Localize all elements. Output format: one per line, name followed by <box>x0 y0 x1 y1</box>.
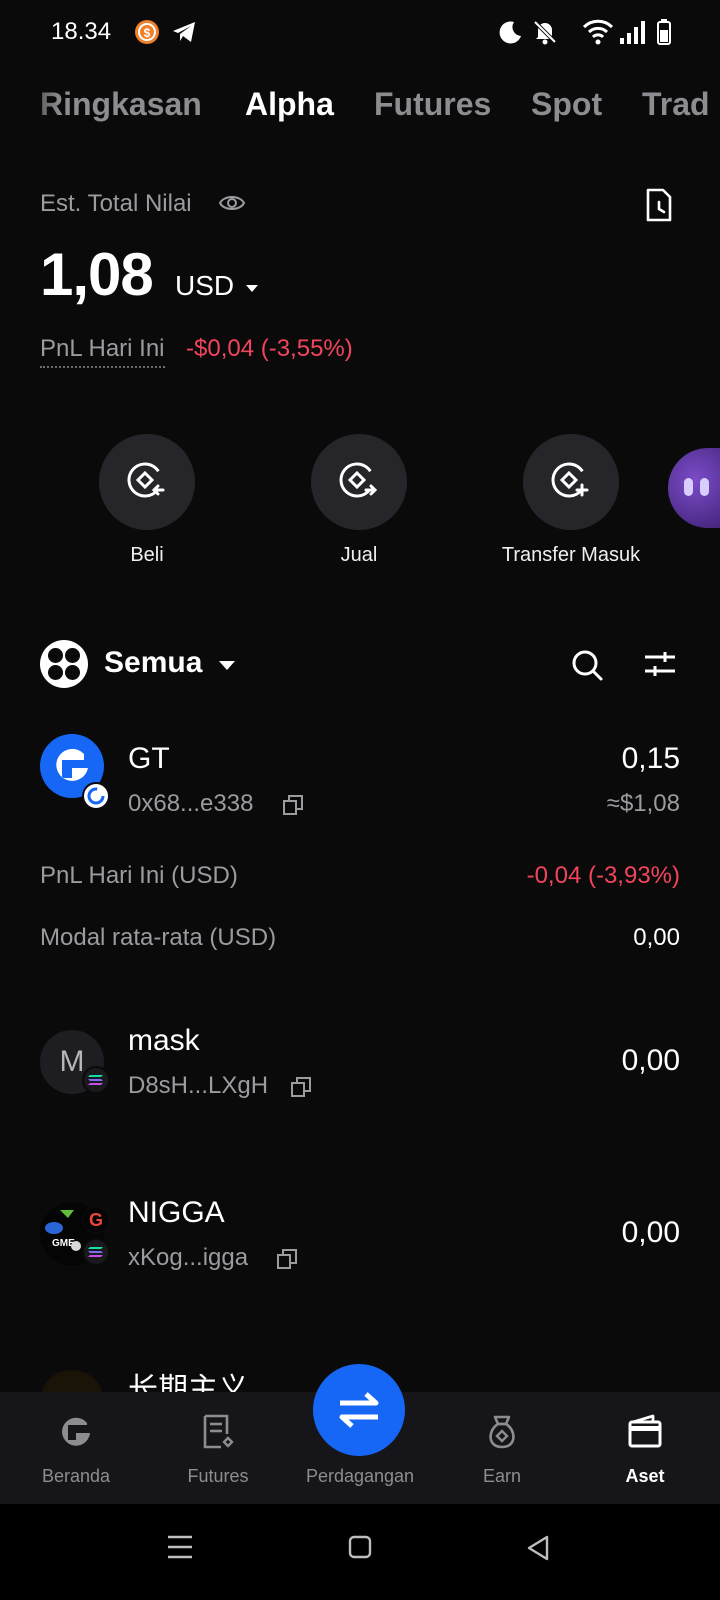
copy-icon[interactable] <box>290 1076 312 1098</box>
caret-down-icon[interactable] <box>245 284 259 294</box>
tabs-fade <box>0 86 60 136</box>
copy-icon[interactable] <box>282 794 304 816</box>
wallet-icon <box>628 1414 662 1448</box>
sell-action[interactable]: Jual <box>259 434 459 567</box>
swap-arrows-icon <box>339 1392 379 1428</box>
tab-alpha[interactable]: Alpha <box>245 86 334 123</box>
futures-doc-icon <box>203 1414 234 1449</box>
transfer-in-label: Transfer Masuk <box>501 544 641 566</box>
sell-label: Jual <box>340 544 378 566</box>
pnl-today-label[interactable]: PnL Hari Ini <box>40 335 165 368</box>
pnl-today-value: -$0,04 (-3,55%) <box>186 335 353 362</box>
copy-icon[interactable] <box>276 1248 298 1270</box>
signal-icon <box>620 21 645 44</box>
asset-amount: 0,00 <box>621 1044 680 1077</box>
asset-usd-value: ≈$1,08 <box>606 790 680 817</box>
nav-beranda[interactable]: Beranda <box>6 1392 146 1504</box>
buy-coin-icon <box>127 462 165 498</box>
all-filter-icon[interactable] <box>40 640 88 688</box>
status-time: 18.34 <box>51 18 112 45</box>
caret-down-icon[interactable] <box>218 660 236 672</box>
history-icon[interactable] <box>645 188 673 222</box>
menu-icon[interactable] <box>166 1534 194 1560</box>
filter-dropdown[interactable]: Semua <box>104 646 202 680</box>
asset-amount: 0,00 <box>621 1216 680 1249</box>
buy-label: Beli <box>130 544 164 566</box>
asset-tabs: Ringkasan Alpha Futures Spot Trad <box>0 86 720 136</box>
eye-icon[interactable] <box>218 192 246 214</box>
trade-button[interactable] <box>313 1364 405 1456</box>
asset-address: D8sH...LXgH <box>128 1072 269 1099</box>
assistant-bubble[interactable] <box>668 448 720 528</box>
pnl-detail-label: PnL Hari Ini (USD) <box>40 862 238 889</box>
svg-text:$: $ <box>144 26 151 40</box>
asset-address: xKog...igga <box>128 1244 249 1271</box>
filter-settings-icon[interactable] <box>644 650 676 678</box>
nav-label: Earn <box>482 1466 522 1486</box>
avg-cost-label: Modal rata-rata (USD) <box>40 924 277 951</box>
assistant-eye <box>684 478 693 496</box>
pnl-detail-value: -0,04 (-3,93%) <box>526 862 680 889</box>
bell-off-icon <box>533 20 557 45</box>
total-value-label: Est. Total Nilai <box>40 190 192 217</box>
earn-bag-icon <box>489 1415 515 1449</box>
transfer-in-action[interactable]: Transfer Masuk <box>471 434 671 567</box>
nav-earn[interactable]: Earn <box>432 1392 572 1504</box>
assistant-eye <box>700 478 709 496</box>
nav-aset[interactable]: Aset <box>575 1392 715 1504</box>
tab-futures[interactable]: Futures <box>374 86 491 123</box>
back-icon[interactable] <box>525 1534 551 1562</box>
asset-name: GT <box>128 742 170 775</box>
nav-label: Beranda <box>41 1466 111 1486</box>
moon-icon <box>499 21 521 44</box>
google-badge-icon: G <box>82 1206 110 1234</box>
transfer-in-coin-icon <box>551 462 589 498</box>
nav-label: Aset <box>625 1466 665 1486</box>
total-value: 1,08 <box>40 241 154 308</box>
nav-label: Futures <box>187 1466 249 1486</box>
nav-futures[interactable]: Futures <box>148 1392 288 1504</box>
currency-selector[interactable]: USD <box>175 270 234 302</box>
solana-badge-icon <box>82 1238 110 1266</box>
status-bar: 18.34 $ <box>0 0 720 66</box>
solana-badge-icon <box>82 1066 110 1094</box>
avg-cost-value: 0,00 <box>633 924 680 951</box>
nav-label: Perdagangan <box>305 1466 415 1486</box>
battery-icon <box>657 19 671 45</box>
tab-trad[interactable]: Trad <box>642 86 710 123</box>
notification-coin-icon: $ <box>135 20 159 44</box>
buy-action[interactable]: Beli <box>47 434 247 567</box>
chain-badge-icon <box>82 782 110 810</box>
sell-coin-icon <box>339 462 378 498</box>
tab-spot[interactable]: Spot <box>531 86 602 123</box>
app-screen: 18.34 $ Ringkasan Alpha Futures Spot Tra… <box>0 0 720 1600</box>
home-logo-icon <box>62 1417 90 1446</box>
system-nav-bar <box>0 1504 720 1600</box>
tab-ringkasan[interactable]: Ringkasan <box>40 86 202 123</box>
asset-name: NIGGA <box>128 1196 225 1229</box>
asset-name: mask <box>128 1024 200 1057</box>
asset-amount: 0,15 <box>621 742 680 775</box>
search-icon[interactable] <box>570 648 604 682</box>
telegram-icon <box>173 22 195 42</box>
home-square-icon[interactable] <box>347 1534 373 1560</box>
asset-address: 0x68...e338 <box>128 790 254 817</box>
wifi-icon <box>582 19 614 45</box>
